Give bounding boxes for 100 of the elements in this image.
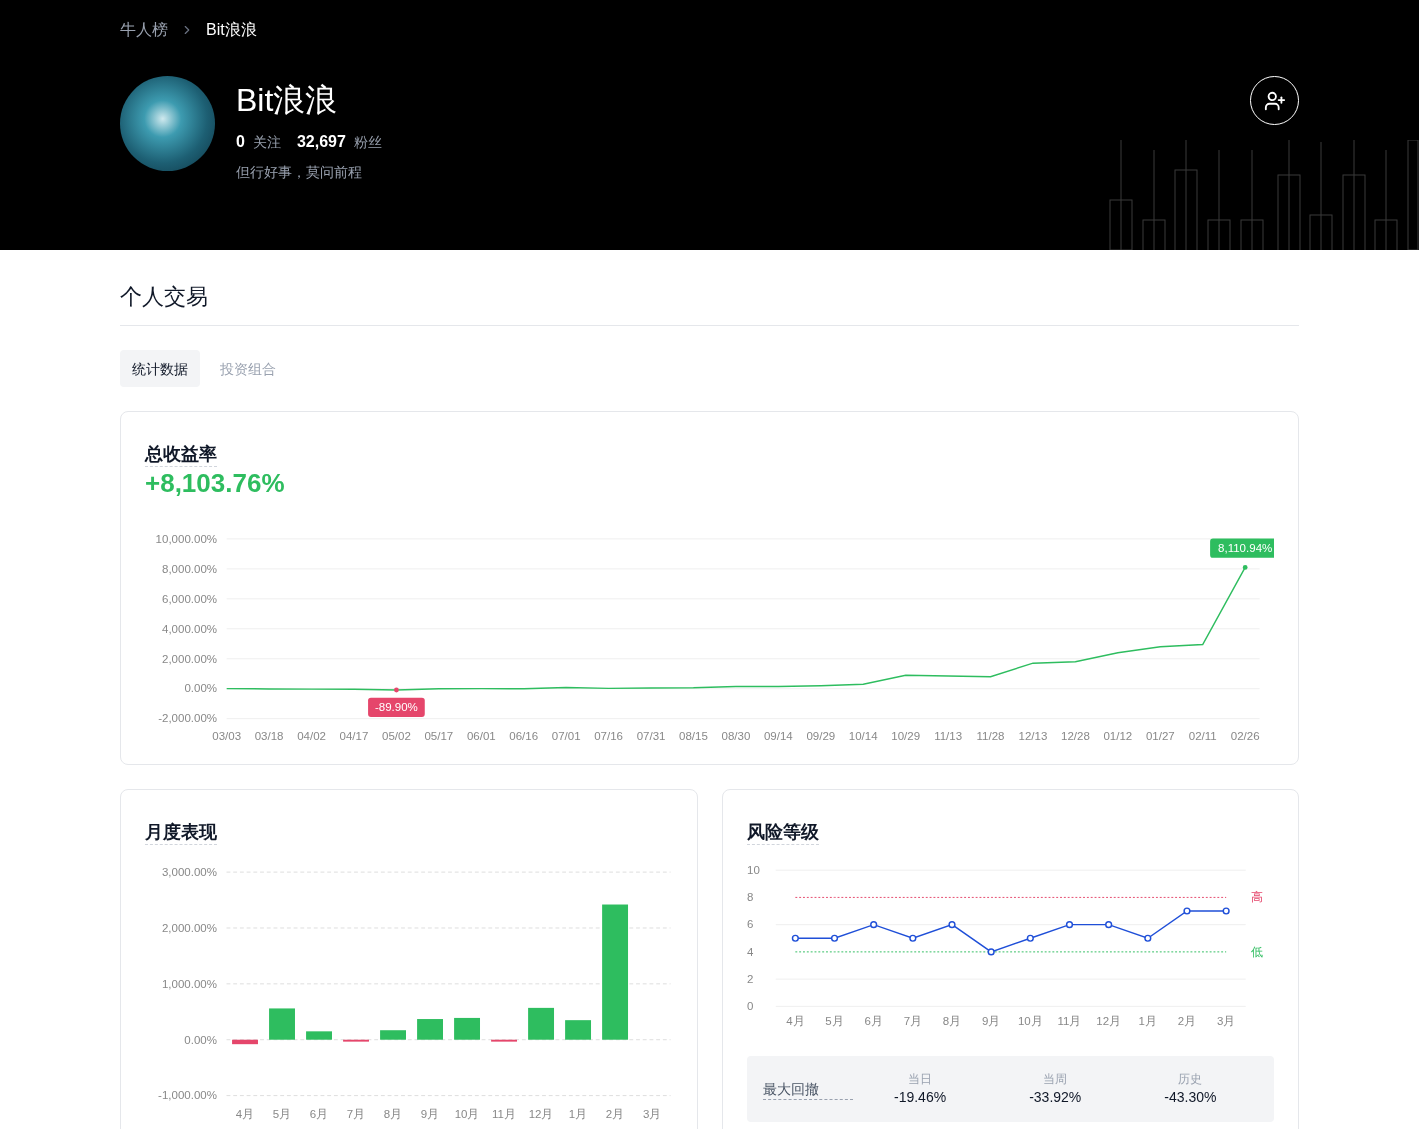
axis-label: 2月 <box>1177 1014 1196 1027</box>
total-return-value: +8,103.76% <box>145 467 286 499</box>
data-point <box>908 934 916 942</box>
axis-label: 4月 <box>235 1107 255 1120</box>
axis-label: 6,000.00% <box>162 592 218 605</box>
axis-label: 10月 <box>454 1107 480 1120</box>
axis-label: 09/29 <box>806 729 836 742</box>
followers-label: 粉丝 <box>353 133 382 152</box>
drawdown-period: 当周 <box>1043 1071 1068 1087</box>
axis-label: 10 <box>746 864 760 876</box>
axis-label: 5月 <box>824 1014 844 1027</box>
data-point <box>1104 921 1112 929</box>
axis-label: 8月 <box>383 1107 403 1120</box>
axis-label: 0.00% <box>184 1033 217 1046</box>
threshold-label: 高 <box>1251 891 1263 904</box>
axis-label: 4 <box>746 945 753 958</box>
axis-label: 02/26 <box>1230 729 1260 742</box>
axis-label: 01/27 <box>1145 729 1175 742</box>
following-count: 0 <box>236 132 245 152</box>
card-title: 月度表现 <box>145 820 217 845</box>
data-point <box>947 921 956 929</box>
axis-label: 12月 <box>528 1107 554 1120</box>
axis-label: 1月 <box>1138 1014 1157 1027</box>
axis-label: 1月 <box>568 1107 588 1120</box>
value-callout: 8,110.94% <box>1210 538 1274 570</box>
data-point <box>987 948 995 956</box>
axis-label: 9月 <box>981 1014 1000 1027</box>
axis-label: 07/01 <box>551 729 581 742</box>
threshold-label: 低 <box>1251 945 1263 958</box>
axis-label: 4,000.00% <box>162 622 218 635</box>
data-point <box>1182 907 1191 915</box>
axis-label: -1,000.00% <box>158 1089 217 1102</box>
data-point <box>869 921 877 929</box>
axis-label: 4月 <box>785 1014 805 1027</box>
axis-label: 8,000.00% <box>162 562 218 575</box>
section-title: 个人交易 <box>120 250 1299 326</box>
axis-label: 11月 <box>1057 1014 1081 1027</box>
data-point <box>1143 934 1151 942</box>
data-point <box>1065 921 1073 929</box>
drawdown-period: 当日 <box>908 1071 933 1087</box>
axis-label: 03/18 <box>254 729 284 742</box>
axis-label: 12/28 <box>1061 729 1090 742</box>
axis-label: 02/11 <box>1188 729 1217 742</box>
axis-label: 8 <box>746 891 753 904</box>
drawdown-value: -33.92% <box>1029 1088 1082 1107</box>
axis-label: 03/03 <box>212 729 242 742</box>
user-plus-icon <box>1263 89 1286 112</box>
axis-label: 7月 <box>903 1014 922 1027</box>
breadcrumb-link[interactable]: Bit浪浪 <box>206 18 257 42</box>
axis-label: -2,000.00% <box>158 712 218 725</box>
axis-label: 11/28 <box>976 729 1005 742</box>
axis-label: 07/31 <box>636 729 666 742</box>
profile-bio: 但行好事，莫问前程 <box>236 163 363 182</box>
drawdown-period: 历史 <box>1178 1071 1203 1087</box>
drawdown-value: -43.30% <box>1164 1088 1217 1107</box>
axis-label: 6月 <box>309 1107 329 1120</box>
data-point <box>1026 934 1034 942</box>
axis-label: 10,000.00% <box>155 532 218 545</box>
axis-label: 09/14 <box>763 729 793 742</box>
following-label: 关注 <box>252 133 281 152</box>
card-title: 风险等级 <box>746 820 819 845</box>
axis-label: 10/29 <box>891 729 921 742</box>
axis-label: 12/13 <box>1018 729 1048 742</box>
axis-label: 8月 <box>942 1014 961 1027</box>
axis-label: 2,000.00% <box>162 652 218 665</box>
axis-label: 2,000.00% <box>161 921 217 934</box>
profile-name: Bit浪浪 <box>236 81 339 120</box>
axis-label: 2 <box>746 972 753 985</box>
axis-label: 0 <box>746 1000 753 1013</box>
drawdown-value: -19.46% <box>894 1088 947 1107</box>
data-point <box>1222 907 1230 915</box>
axis-label: 05/02 <box>382 729 411 742</box>
axis-label: 10月 <box>1017 1014 1043 1027</box>
axis-label: 5月 <box>272 1107 292 1120</box>
data-point <box>791 934 799 942</box>
axis-label: 12月 <box>1095 1014 1121 1027</box>
axis-label: 06/01 <box>466 729 496 742</box>
axis-label: 2月 <box>605 1107 625 1120</box>
axis-label: 7月 <box>346 1107 366 1120</box>
breadcrumb-link[interactable]: 牛人榜 <box>120 18 168 42</box>
axis-label: 04/17 <box>339 729 369 742</box>
axis-label: 9月 <box>420 1107 440 1120</box>
tab[interactable]: 统计数据 <box>120 350 200 387</box>
axis-label: 06/16 <box>509 729 539 742</box>
drawdown-label: 最大回撤 <box>762 1078 853 1100</box>
value-callout: -89.90% <box>368 687 425 717</box>
axis-label: 05/17 <box>424 729 454 742</box>
axis-label: 07/16 <box>594 729 623 742</box>
axis-label: 11/13 <box>934 729 963 742</box>
data-point <box>830 934 838 942</box>
axis-label: 6 <box>746 918 753 931</box>
axis-label: 3月 <box>642 1107 662 1120</box>
axis-label: 08/15 <box>679 729 708 742</box>
axis-label: 11月 <box>492 1107 517 1120</box>
axis-label: 3,000.00% <box>161 865 217 878</box>
axis-label: 0.00% <box>184 682 218 695</box>
annotation: -89.90% <box>374 701 418 714</box>
followers-count: 32,697 <box>296 132 346 152</box>
annotation: 8,110.94% <box>1218 542 1273 555</box>
axis-label: 10/14 <box>848 729 878 742</box>
